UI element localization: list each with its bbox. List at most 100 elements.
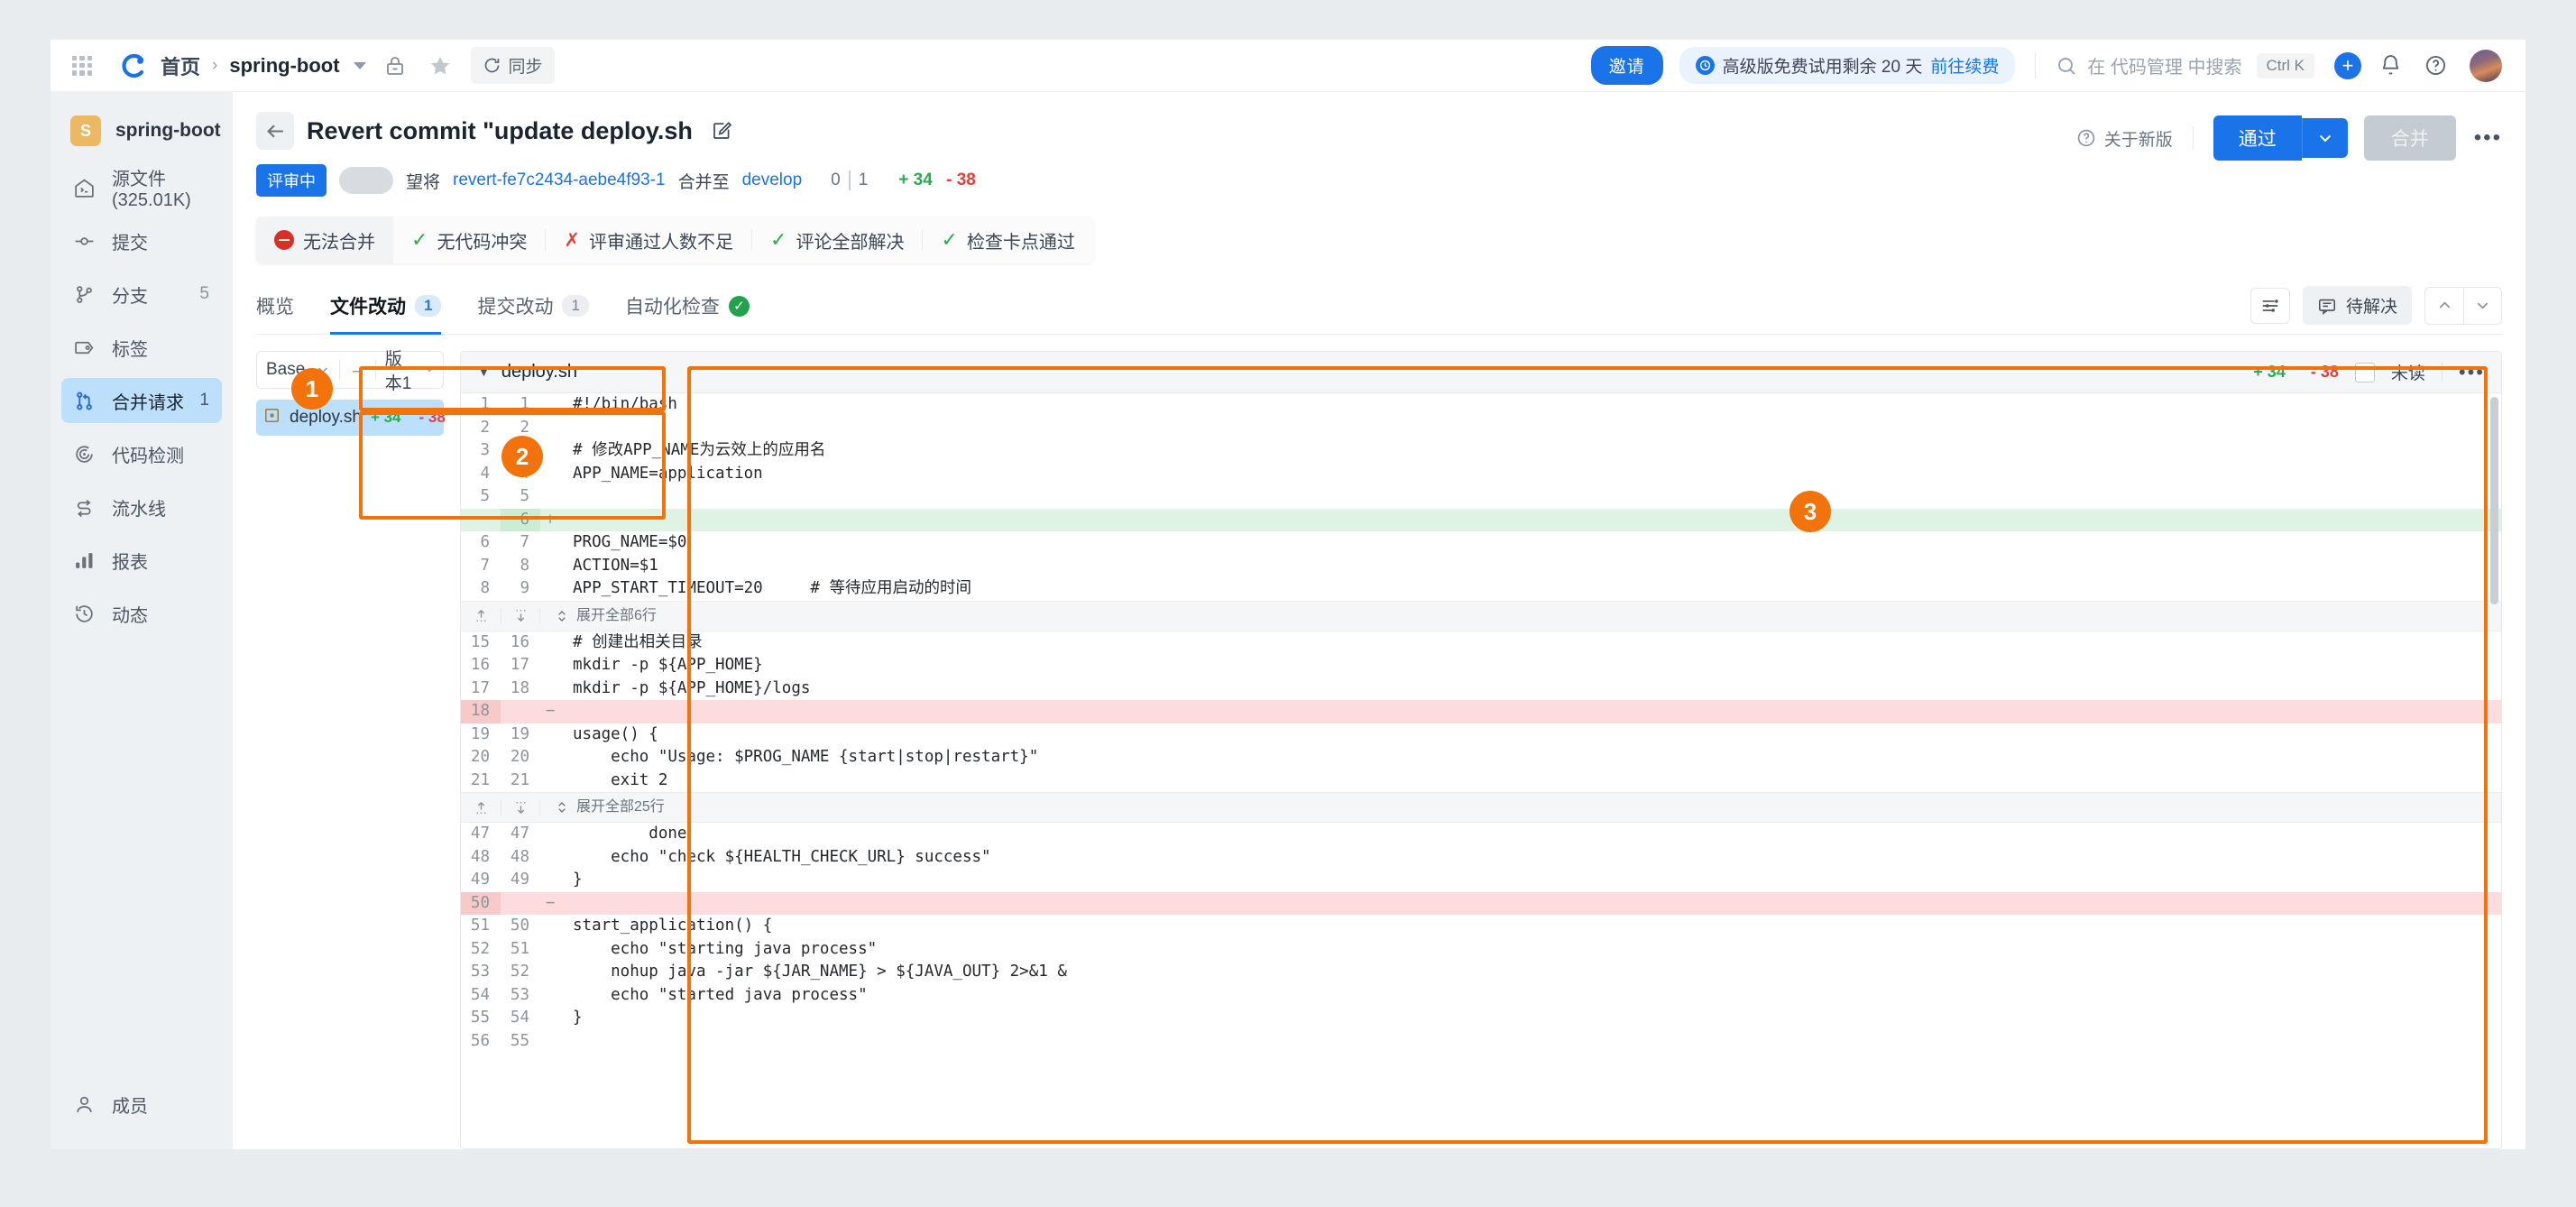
chevron-down-icon [2319, 134, 2331, 143]
merge-button[interactable]: 合并 [2363, 115, 2456, 161]
sidebar-item-commits[interactable]: 提交 [61, 218, 222, 263]
sidebar-item-tags[interactable]: 标签 [61, 325, 222, 370]
chevron-down-icon[interactable] [353, 61, 366, 69]
unresolved-label: 待解决 [2345, 298, 2397, 317]
page-title: Revert commit "update deploy.sh [307, 116, 693, 144]
new-line-number: 47 [510, 825, 529, 843]
diff-lines[interactable]: 11#!/bin/bash 22 33# 修改APP_NAME为云效上的应用名 … [461, 393, 2501, 1148]
sidebar-item-merge-requests[interactable]: 合并请求 1 [61, 378, 222, 423]
diff-expander[interactable]: 展开全部6行 [461, 600, 2501, 631]
sidebar-item-code-scan[interactable]: 代码检测 [61, 431, 222, 476]
check-item-comments: ✓ 评论全部解决 [752, 217, 922, 263]
version-compare-selector[interactable]: Base → 版本1 [256, 350, 444, 393]
annotation-marker-1: 1 [291, 368, 333, 410]
diff-line: 53 52 nohup java -jar ${JAR_NAME} > ${JAV… [461, 961, 2501, 984]
search-placeholder: 在 代码管理 中搜索 [2087, 58, 2242, 78]
old-line-number: 17 [470, 678, 490, 697]
lock-icon[interactable] [379, 50, 411, 82]
annotation-number: 3 [1803, 497, 1817, 525]
sidebar-item-label: 流水线 [112, 499, 166, 520]
breadcrumb-home[interactable]: 首页 [161, 51, 200, 80]
unresolved-filter-button[interactable]: 待解决 [2302, 286, 2412, 325]
star-icon[interactable] [424, 50, 456, 82]
version-selector[interactable]: 版本1 [376, 346, 443, 394]
tab-overview[interactable]: 概览 [256, 283, 294, 334]
triangle-down-icon[interactable]: ▼ [477, 364, 491, 380]
expand-all-label: 展开全部25行 [576, 799, 665, 815]
expand-up-icon[interactable] [461, 800, 501, 815]
diff-expander[interactable]: 展开全部25行 [461, 792, 2501, 823]
chevron-up-icon[interactable] [2425, 287, 2463, 324]
tab-file-changes[interactable]: 文件改动 1 [330, 283, 442, 335]
trial-banner[interactable]: 高级版免费试用剩余 20 天 前往续费 [1679, 47, 2016, 84]
grid-apps-icon[interactable] [69, 52, 96, 79]
trial-text: 高级版免费试用剩余 20 天 [1722, 58, 1923, 77]
expand-down-icon[interactable] [501, 799, 540, 815]
merge-status-strip: 无法合并 ✓ 无代码冲突 ✗ 评审通过人数不足 ✓ 评论全部解决 ✓ 检查卡点通… [256, 217, 1093, 263]
new-line-number: 5 [520, 487, 529, 505]
chevron-down-icon[interactable] [2463, 287, 2501, 324]
sidebar-item-activity[interactable]: 动态 [61, 591, 222, 636]
back-arrow-icon[interactable] [256, 112, 294, 150]
invite-button[interactable]: 邀请 [1590, 46, 1663, 85]
diff-scrollbar[interactable] [2490, 397, 2498, 604]
new-line-number: 51 [510, 939, 529, 958]
diff-code: echo "Usage: $PROG_NAME {start|stop|rest… [573, 748, 1039, 766]
edit-pencil-icon[interactable] [711, 120, 732, 142]
about-new-version-link[interactable]: 关于新版 [2076, 126, 2173, 151]
tab-label: 文件改动 [330, 297, 406, 318]
sidebar-item-label: 动态 [112, 605, 148, 626]
sidebar-item-report[interactable]: 报表 [61, 538, 222, 583]
diff-line: 56 55 [461, 1030, 2501, 1054]
error-circle-icon [274, 230, 294, 250]
sidebar-item-branches[interactable]: 分支 5 [61, 272, 222, 317]
codeup-logo-icon[interactable] [117, 51, 148, 81]
diff-line: 49 49} [461, 869, 2501, 892]
sidebar-item-pipeline[interactable]: 流水线 [61, 484, 222, 530]
help-circle-icon[interactable] [2419, 50, 2452, 82]
renew-link[interactable]: 前往续费 [1930, 53, 1999, 78]
old-line-number: 48 [470, 847, 490, 866]
diff-sign: + [545, 510, 556, 529]
sidebar-item-members[interactable]: 成员 [61, 1082, 222, 1127]
expand-down-icon[interactable] [501, 608, 540, 623]
diff-line-deleted: 50 − [461, 891, 2501, 915]
approve-dropdown-button[interactable] [2301, 118, 2348, 158]
tab-commit-changes[interactable]: 提交改动 1 [477, 283, 589, 334]
annotation-number: 2 [515, 442, 529, 470]
old-line-number: 21 [470, 770, 490, 789]
old-line-number: 6 [480, 533, 490, 551]
source-branch-link[interactable]: revert-fe7c2434-aebe4f93-1 [453, 170, 666, 190]
author-avatar-placeholder [339, 167, 393, 194]
sync-button[interactable]: 同步 [470, 47, 555, 84]
expand-all-button[interactable]: 展开全部25行 [540, 796, 665, 819]
help-circle-icon [2077, 129, 2095, 147]
expand-up-icon[interactable] [461, 608, 501, 623]
diff-settings-icon[interactable] [2249, 287, 2290, 324]
sidebar-item-source-files[interactable]: 源文件(325.01K) [61, 165, 222, 210]
search-input[interactable]: 在 代码管理 中搜索 [2056, 52, 2242, 78]
plus-icon[interactable]: + [2334, 51, 2361, 79]
more-dots-icon[interactable]: ••• [2474, 125, 2502, 151]
cross-icon: ✗ [564, 229, 581, 251]
expand-all-button[interactable]: 展开全部6行 [540, 604, 657, 628]
breadcrumb: 首页 › spring-boot [161, 51, 366, 80]
breadcrumb-project[interactable]: spring-boot [229, 54, 339, 78]
avatar[interactable] [2470, 49, 2502, 82]
sidebar-project-header[interactable]: S spring-boot [51, 105, 233, 157]
search-shortcut: Ctrl K [2256, 52, 2314, 78]
target-branch-link[interactable]: develop [742, 170, 803, 190]
unread-checkbox[interactable] [2354, 362, 2375, 382]
old-line-number: 4 [480, 464, 490, 483]
notification-bell-icon[interactable] [2374, 50, 2406, 82]
tab-automation-checks[interactable]: 自动化检查 ✓ [625, 283, 750, 334]
diff-code: nohup java -jar ${JAR_NAME} > ${JAVA_OUT… [573, 963, 1067, 981]
check-label: 评审通过人数不足 [589, 232, 734, 253]
list-item[interactable]: deploy.sh + 34 - 38 [256, 400, 446, 436]
more-dots-icon[interactable]: ••• [2459, 361, 2485, 384]
status-badge: 评审中 [256, 164, 327, 197]
diff-line-added: 6 + [461, 508, 2501, 531]
approve-button[interactable]: 通过 [2213, 115, 2302, 161]
sidebar-item-count: 5 [199, 284, 209, 303]
check-label: 无代码冲突 [437, 232, 528, 253]
